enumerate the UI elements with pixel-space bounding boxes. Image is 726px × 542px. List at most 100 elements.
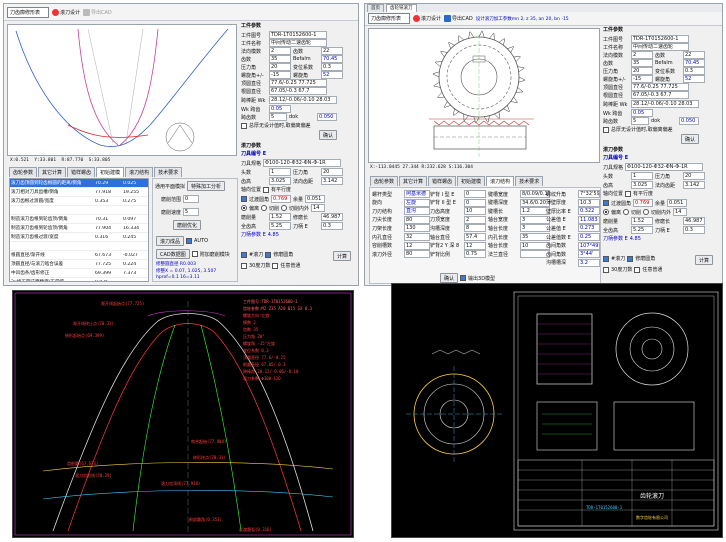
b-field[interactable]: -15 bbox=[631, 75, 653, 83]
pressure-field[interactable]: 20 bbox=[321, 168, 343, 176]
list-item[interactable]: 3x修正圆法面精度/正常值0.025 bbox=[10, 278, 148, 282]
hob-field-value[interactable]: 3°44' bbox=[578, 250, 600, 259]
parallel-checkbox[interactable] bbox=[263, 186, 270, 193]
any-normal-checkbox[interactable] bbox=[272, 262, 279, 269]
extra-grind-checkbox[interactable] bbox=[191, 251, 198, 257]
full-height-field[interactable]: 5.25 bbox=[631, 226, 653, 234]
head-field[interactable]: 1 bbox=[631, 172, 653, 180]
output-3d-checkbox[interactable] bbox=[460, 275, 467, 281]
pressure-field[interactable]: 20 bbox=[683, 172, 705, 180]
confirm-button[interactable]: 确认 bbox=[319, 130, 338, 140]
cut-radio[interactable] bbox=[623, 209, 630, 215]
grind-range-field[interactable]: 0 bbox=[183, 195, 200, 203]
fillet-checkbox[interactable] bbox=[603, 200, 609, 206]
hob-field-value[interactable]: 12 bbox=[464, 241, 486, 250]
bn-field[interactable]: 70.45 bbox=[683, 59, 705, 67]
cad-data-button[interactable]: CAD数据图 bbox=[156, 249, 190, 259]
hob-field-value[interactable]: 8 bbox=[464, 224, 486, 233]
root-field[interactable]: 67.05/-0.3 67.7 bbox=[269, 87, 327, 95]
hob-field-value[interactable]: 11.083 bbox=[578, 215, 600, 224]
hob-finish-button[interactable]: 滚刀成品 bbox=[156, 236, 185, 246]
tab-home[interactable]: 首页 bbox=[367, 4, 384, 12]
cut-inout-field[interactable]: 14 bbox=[311, 204, 326, 212]
tab-tech[interactable]: 技术要求 bbox=[154, 167, 183, 177]
tip-field[interactable]: 77.6/-0.25 77.725 bbox=[269, 79, 327, 87]
f2-field[interactable]: 中间传动二速齿轮 bbox=[269, 39, 327, 47]
hob-field-value[interactable]: 阿基米德 bbox=[404, 190, 430, 198]
b-field[interactable]: -15 bbox=[269, 71, 291, 79]
profile-select-2[interactable]: 刀齿廓修形表 bbox=[368, 13, 410, 24]
pitch-field[interactable]: 3.142 bbox=[321, 177, 343, 185]
confirm-button[interactable]: 确认 bbox=[681, 134, 700, 144]
list-item[interactable]: 滚刀齿根过渡圆/宽度 0.353 0.275 bbox=[10, 197, 148, 206]
wk-field[interactable]: 0.05 bbox=[631, 109, 653, 117]
bd-field[interactable]: 52 bbox=[321, 71, 343, 79]
z-field[interactable]: 35 bbox=[269, 55, 291, 63]
tab-initial-model[interactable]: 初始建模 bbox=[96, 167, 125, 177]
hob-field-value[interactable]: 3.2 bbox=[578, 258, 600, 267]
ang-field[interactable]: 5 bbox=[631, 117, 649, 125]
hob-field-value[interactable]: 2 bbox=[464, 215, 486, 224]
design-button-2[interactable]: 滚刀设计 bbox=[413, 15, 441, 22]
list-item[interactable]: 制造滚刀齿根到轮齿顶/倒角 77.904 16.334 bbox=[10, 224, 148, 233]
wk-field[interactable]: 0.05 bbox=[269, 105, 291, 113]
cut-inout-radio[interactable] bbox=[643, 209, 650, 215]
f1-field[interactable]: TDR-1T0152600-1 bbox=[631, 35, 689, 43]
tip-field[interactable]: 77.6/-0.25 77.725 bbox=[631, 83, 689, 91]
list-item[interactable] bbox=[10, 242, 148, 251]
list-item[interactable]: 中凹齿条/齿形修正 69.399 7.373 bbox=[10, 269, 148, 278]
grind-speed-field[interactable]: 5 bbox=[183, 208, 200, 216]
grind-len-field[interactable]: 46.987 bbox=[321, 213, 343, 221]
offset-radio[interactable] bbox=[241, 205, 247, 211]
hob-field-value[interactable]: 0.75 bbox=[464, 250, 486, 259]
a-field[interactable]: 20 bbox=[631, 67, 653, 75]
list-item[interactable]: 制造滚刀齿根到轮齿顶/倒角 70.31 0.097 bbox=[10, 215, 148, 224]
tab-other-calc[interactable]: 其它计算 bbox=[38, 167, 67, 177]
auto-checkbox[interactable] bbox=[186, 238, 193, 244]
fillet-field[interactable]: 0.769 bbox=[271, 195, 292, 203]
grind-field[interactable]: 1.52 bbox=[631, 217, 653, 225]
hob-spec-field[interactable]: Φ100-120-Φ32-ΦN-Φ-1R bbox=[263, 159, 342, 167]
profile-select[interactable]: 刀齿廓修形表 bbox=[7, 6, 49, 18]
tab-worm-hob[interactable]: 齿轮铣滚刀 bbox=[386, 4, 417, 12]
list-item[interactable] bbox=[10, 206, 148, 215]
z2-field[interactable]: 22 bbox=[321, 47, 343, 55]
calculate-button[interactable]: 计算 bbox=[695, 255, 714, 265]
calculate-button[interactable]: 计算 bbox=[333, 251, 352, 261]
hob-field-value[interactable]: 0 bbox=[464, 198, 486, 207]
mn-field[interactable]: 2 bbox=[631, 51, 653, 59]
tolerance-checkbox[interactable] bbox=[241, 122, 247, 129]
list-item[interactable]: 滚刀齿顶圆到轮齿根圆的距离/倒角 70.29 0.025 bbox=[10, 179, 148, 188]
pitch-field[interactable]: 3.142 bbox=[683, 181, 705, 189]
tab-hob-struct[interactable]: 滚刀结构 bbox=[125, 167, 154, 177]
hob-field-value[interactable]: 0.25 bbox=[578, 233, 600, 241]
list-item[interactable]: 滚刀相对刀具齿槽/倒角 77.918 19.255 bbox=[10, 188, 148, 197]
hob-field-value[interactable]: 0.322 bbox=[578, 207, 600, 216]
tab-initial-model-2[interactable]: 初始建模 bbox=[457, 176, 486, 186]
root-field[interactable]: 67.05/-0.3 67.7 bbox=[631, 91, 689, 99]
z-field[interactable]: 35 bbox=[631, 59, 653, 67]
z2-field[interactable]: 22 bbox=[683, 51, 705, 59]
export-cad-button-2[interactable]: 导出CAD bbox=[444, 15, 473, 22]
full-height-field[interactable]: 5.25 bbox=[269, 222, 291, 230]
hob-field-value[interactable]: 10.3 bbox=[578, 198, 600, 207]
fillet-field[interactable]: 0.769 bbox=[633, 199, 654, 207]
tab-gear-params-2[interactable]: 齿轮参数 bbox=[370, 176, 399, 186]
list-item[interactable]: 顶圆直径/与滚刀啮合误差 77.725 0.224 bbox=[10, 260, 148, 269]
hob-field-value[interactable]: 130 bbox=[404, 224, 430, 233]
shank-field[interactable]: 0.3 bbox=[321, 222, 343, 230]
bn-field[interactable]: 70.45 bbox=[321, 55, 343, 63]
hob-field-value[interactable]: 0 bbox=[464, 190, 486, 198]
cad-hob-drawing[interactable]: 齿轮滚刀 数字齿轮有限公司 TDR-1T0152600-1 bbox=[391, 283, 723, 538]
profile-plot[interactable] bbox=[7, 24, 237, 156]
list-item[interactable]: 制造滚刀齿根过渡/宽度 0.316 0.245 bbox=[10, 233, 148, 242]
hob-field-value[interactable]: 107°49' bbox=[578, 241, 600, 250]
export-cad-button[interactable]: 导出CAD bbox=[83, 8, 112, 16]
hob-field-value[interactable]: 直沟 bbox=[404, 207, 430, 216]
thirty-deg-checkbox[interactable] bbox=[241, 262, 247, 269]
tolerance-checkbox[interactable] bbox=[603, 126, 609, 133]
mn-field[interactable]: 2 bbox=[269, 47, 291, 55]
grind-len-field[interactable]: 46.987 bbox=[683, 217, 705, 225]
tab-tech-2[interactable]: 技术要求 bbox=[515, 176, 544, 186]
ang-field[interactable]: 5 bbox=[269, 113, 287, 121]
